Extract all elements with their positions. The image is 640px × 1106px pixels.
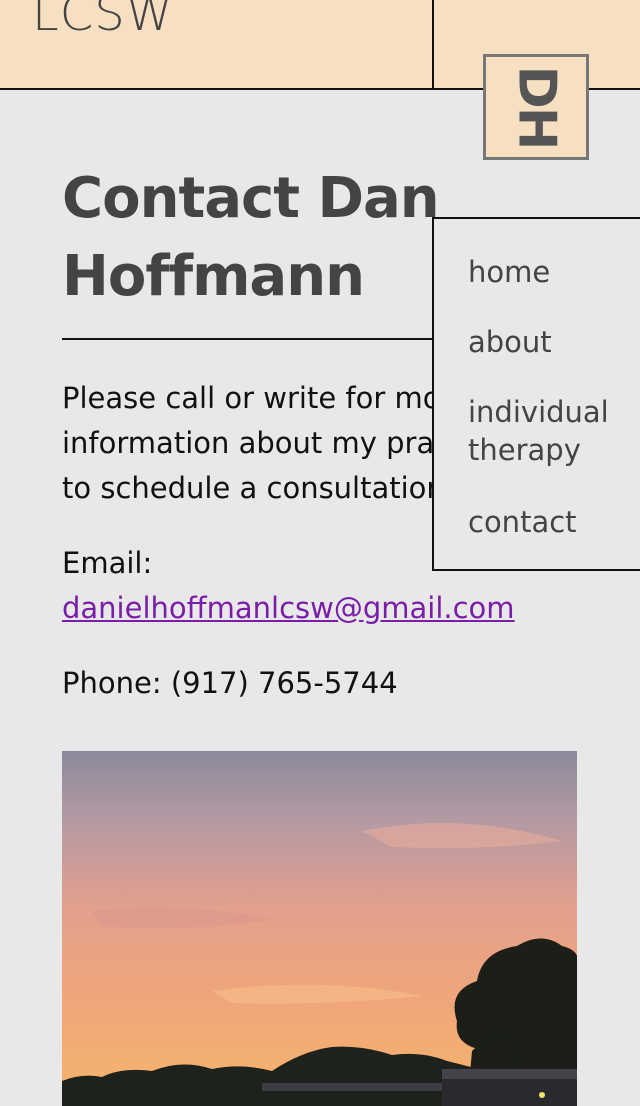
email-link[interactable]: danielhoffmanlcsw@gmail.com (62, 586, 577, 631)
nav-item-about[interactable]: about (468, 323, 552, 361)
nav-item-home[interactable]: home (468, 253, 550, 291)
phone-text: Phone: (917) 765-5744 (62, 666, 398, 700)
nav-item-contact[interactable]: contact (468, 503, 577, 541)
nav-item-individual-therapy[interactable]: individual therapy (468, 393, 638, 469)
logo-text: DH (506, 65, 566, 149)
logo-button[interactable]: DH (483, 54, 589, 160)
site-title[interactable]: LCSW (32, 0, 174, 42)
sunset-scene (62, 823, 577, 1106)
nav-menu: home about individual therapy contact (432, 217, 640, 571)
title-divider (62, 338, 442, 340)
sunset-photo (62, 751, 577, 1106)
header-divider (432, 0, 434, 88)
